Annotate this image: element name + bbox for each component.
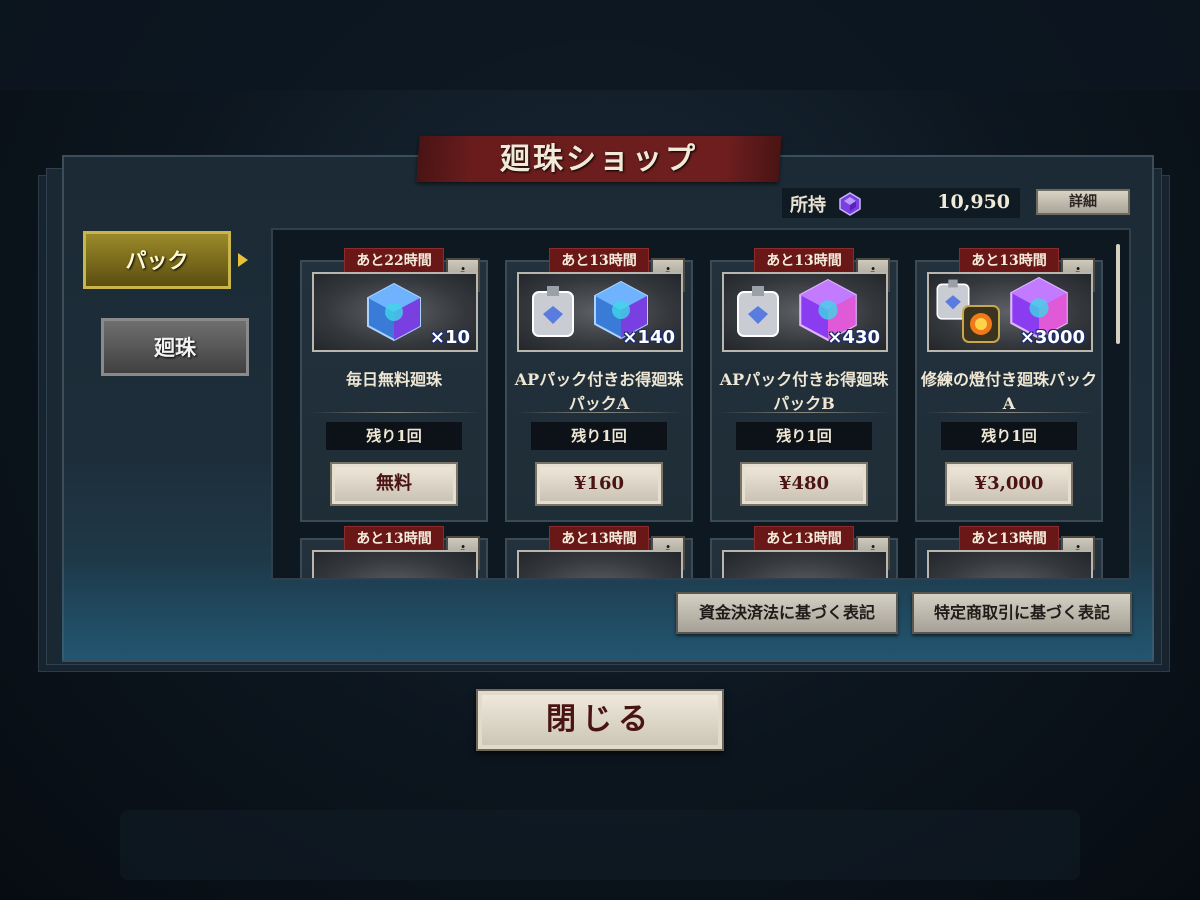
background-top-bar [0,0,1200,90]
time-remaining-badge: あと13時間 [549,248,649,274]
pack-card[interactable]: あと13時間 i ×140 APパック付きお得廻珠パックA 残り1回 ¥160 [505,248,693,522]
divider [515,412,685,413]
owned-label: 所持 [790,195,826,216]
grid-scrollbar[interactable] [1116,244,1120,344]
orb-gem-icon [839,192,861,216]
pack-card[interactable]: あと13時間 i [915,526,1103,578]
remaining-count: 残り1回 [941,422,1077,450]
time-remaining-badge: あと22時間 [344,248,444,274]
pack-name: APパック付きお得廻珠パックB [719,370,889,413]
tab-orb[interactable]: 廻珠 [101,318,249,376]
remaining-count: 残り1回 [531,422,667,450]
pack-image [312,550,478,578]
pack-grid[interactable]: あと22時間 i ×10 毎日無料廻珠 残り1回 無料 あと13時間 i [271,228,1131,580]
pack-card[interactable]: あと13時間 i ×430 APパック付きお得廻珠パックB 残り1回 ¥480 [710,248,898,522]
quantity-label: ×140 [622,327,675,348]
owned-amount: 10,950 [937,191,1010,213]
buy-button[interactable]: 無料 [330,462,458,506]
ap-pack-icon [532,286,574,337]
shop-title: 廻珠ショップ [500,142,698,177]
divider [720,412,890,413]
selected-tab-arrow-icon [238,253,248,267]
time-remaining-badge: あと13時間 [754,248,854,274]
tab-pack[interactable]: パック [83,231,231,289]
time-remaining-badge: あと13時間 [959,248,1059,274]
remaining-count: 残り1回 [736,422,872,450]
quantity-label: ×430 [827,327,880,348]
quantity-label: ×10 [429,327,470,348]
pack-image: ×10 [312,272,478,352]
ap-pack-icon [737,286,779,337]
buy-button[interactable]: ¥160 [535,462,663,506]
time-remaining-badge: あと13時間 [754,526,854,552]
pack-card[interactable]: あと13時間 i [505,526,693,578]
commercial-transactions-act-button[interactable]: 特定商取引に基づく表記 [912,592,1132,634]
pack-image: ×3000 [927,272,1093,352]
lantern-item-icon [962,305,1000,343]
pack-card[interactable]: あと13時間 i [300,526,488,578]
payment-services-act-button[interactable]: 資金決済法に基づく表記 [676,592,898,634]
pack-name: APパック付きお得廻珠パックA [514,370,684,413]
time-remaining-badge: あと13時間 [549,526,649,552]
buy-button[interactable]: ¥480 [740,462,868,506]
pack-name: 毎日無料廻珠 [345,370,442,389]
orb-cube-icon [367,282,421,342]
quantity-label: ×3000 [1019,327,1085,348]
buy-button[interactable]: ¥3,000 [945,462,1073,506]
detail-button[interactable]: 詳細 [1036,189,1130,215]
time-remaining-badge: あと13時間 [344,526,444,552]
pack-image [517,550,683,578]
pack-card[interactable]: あと13時間 i ×3000 修練の燈付き廻珠パックA 残り1回 [915,248,1103,522]
pack-image [927,550,1093,578]
pack-image: ×430 [722,272,888,352]
pack-card[interactable]: あと22時間 i ×10 毎日無料廻珠 残り1回 無料 [300,248,488,522]
divider [925,412,1095,413]
pack-card[interactable]: あと13時間 i [710,526,898,578]
background-bottom-bar [120,810,1080,880]
pack-image: ×140 [517,272,683,352]
pack-image [722,550,888,578]
divider [310,412,480,413]
pack-name: 修練の燈付き廻珠パックA [921,370,1098,413]
close-button[interactable]: 閉じる [476,689,724,751]
time-remaining-badge: あと13時間 [959,526,1059,552]
remaining-count: 残り1回 [326,422,462,450]
